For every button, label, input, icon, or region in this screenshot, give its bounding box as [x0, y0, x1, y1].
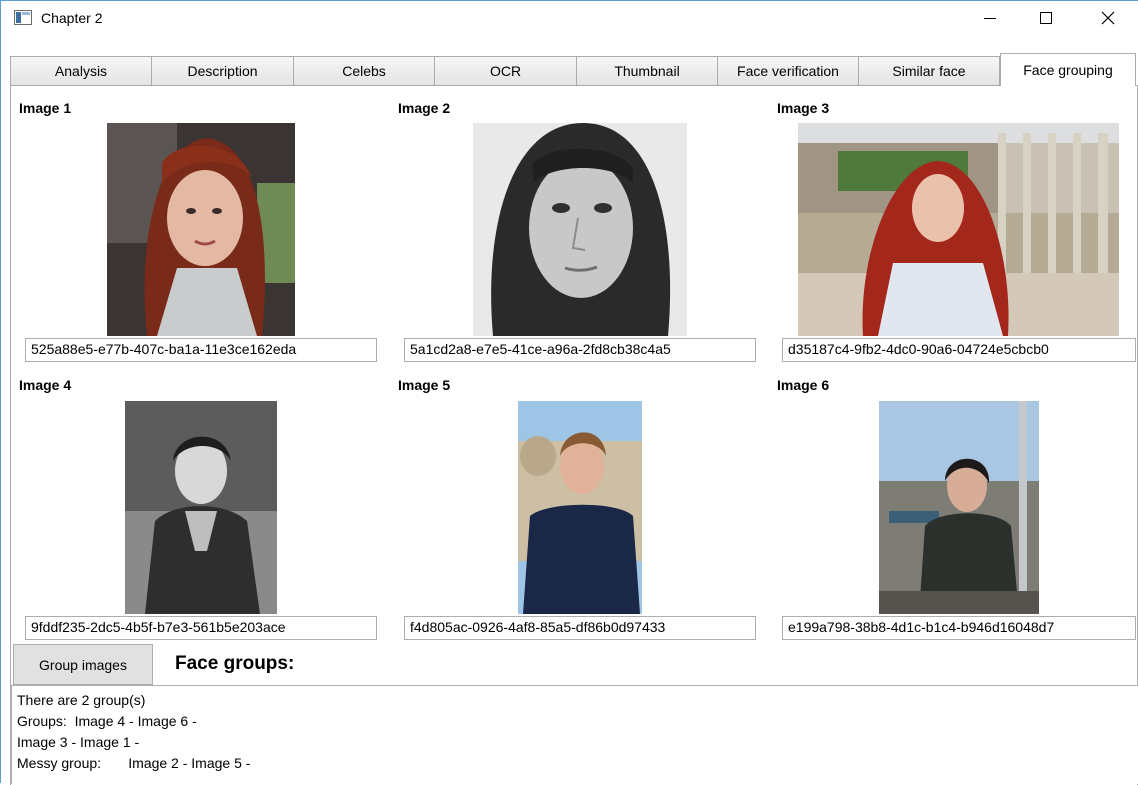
tab-ocr[interactable]: OCR — [435, 56, 577, 86]
close-button[interactable] — [1085, 1, 1131, 35]
image-1-face-id[interactable]: 525a88e5-e77b-407c-ba1a-11e3ce162eda — [25, 338, 377, 362]
tab-label: Thumbnail — [614, 63, 680, 79]
result-line: Messy group: Image 2 - Image 5 - — [17, 755, 251, 771]
minimize-button[interactable] — [967, 1, 1013, 35]
image-4-photo — [125, 401, 277, 614]
minimize-icon — [984, 17, 996, 19]
image-2-label: Image 2 — [398, 100, 451, 116]
image-3-photo — [798, 123, 1119, 336]
tab-label: Celebs — [342, 63, 386, 79]
app-window: Chapter 2 Analysis Description Celebs OC… — [0, 0, 1138, 785]
tab-bar: Analysis Description Celebs OCR Thumbnai… — [10, 53, 1136, 86]
face-groups-result-textbox[interactable]: There are 2 group(s) Groups: Image 4 - I… — [11, 685, 1138, 784]
image-6-photo — [879, 401, 1039, 614]
image-6-face-id[interactable]: e199a798-38b8-4d1c-b1c4-b946d16048d7 — [782, 616, 1136, 640]
tab-face-verification[interactable]: Face verification — [718, 56, 859, 86]
tab-celebs[interactable]: Celebs — [294, 56, 435, 86]
maximize-icon — [1040, 12, 1052, 24]
tab-face-grouping[interactable]: Face grouping — [1000, 53, 1136, 86]
title-bar[interactable]: Chapter 2 — [1, 1, 1138, 35]
image-3-label: Image 3 — [777, 100, 830, 116]
image-1-label: Image 1 — [19, 100, 72, 116]
result-line: There are 2 group(s) — [17, 692, 146, 708]
close-icon — [1101, 11, 1115, 25]
image-5-label: Image 5 — [398, 377, 451, 393]
tab-analysis[interactable]: Analysis — [10, 56, 152, 86]
tab-similar-face[interactable]: Similar face — [859, 56, 1000, 86]
tab-thumbnail[interactable]: Thumbnail — [577, 56, 718, 86]
image-4-label: Image 4 — [19, 377, 72, 393]
tab-label: Similar face — [892, 63, 966, 79]
image-3-face-id[interactable]: d35187c4-9fb2-4dc0-90a6-04724e5cbcb0 — [782, 338, 1136, 362]
result-line: Image 3 - Image 1 - — [17, 734, 140, 750]
maximize-button[interactable] — [1023, 1, 1069, 35]
image-4-face-id[interactable]: 9fddf235-2dc5-4b5f-b7e3-561b5e203ace — [25, 616, 377, 640]
tab-label: Description — [187, 63, 258, 79]
result-line: Groups: Image 4 - Image 6 - — [17, 713, 197, 729]
image-2-face-id[interactable]: 5a1cd2a8-e7e5-41ce-a96a-2fd8cb38c4a5 — [404, 338, 756, 362]
image-6-label: Image 6 — [777, 377, 830, 393]
image-2-photo — [473, 123, 687, 336]
tab-label: Face verification — [737, 63, 839, 79]
group-images-button[interactable]: Group images — [13, 644, 153, 685]
image-5-face-id[interactable]: f4d805ac-0926-4af8-85a5-df86b0d97433 — [404, 616, 756, 640]
image-1-photo — [107, 123, 295, 336]
window-title: Chapter 2 — [41, 10, 103, 26]
tab-label: Face grouping — [1023, 62, 1113, 78]
app-window-icon — [14, 10, 32, 25]
tab-description[interactable]: Description — [152, 56, 294, 86]
tab-label: Analysis — [54, 63, 108, 79]
tab-label: OCR — [489, 63, 522, 79]
face-groups-heading: Face groups: — [175, 653, 295, 674]
image-5-photo — [518, 401, 642, 614]
